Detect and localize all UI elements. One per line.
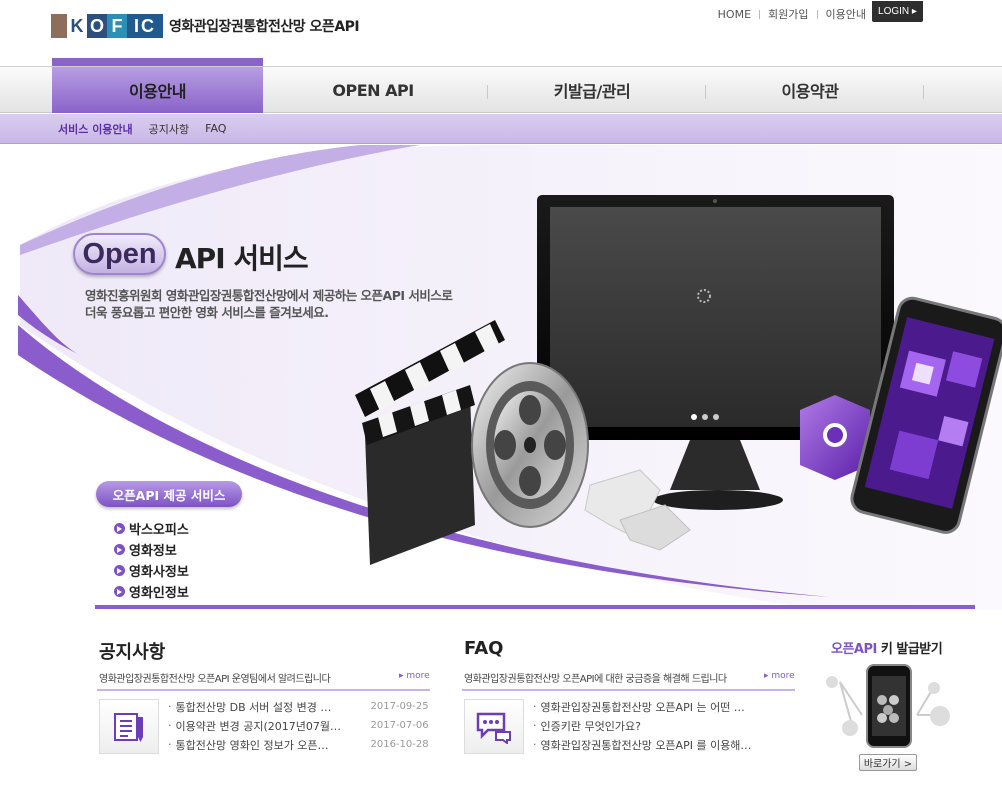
faq-list: · 영화관입장권통합전산망 오픈API 는 어떤 … · 인증키란 무엇인가요? ·… xyxy=(533,697,791,754)
tab-terms[interactable]: 이용약관 xyxy=(706,67,914,113)
site-title: 영화관입장권통합전산망 오픈API xyxy=(169,19,360,35)
phone-key-illustration xyxy=(826,664,950,748)
divider xyxy=(97,689,430,691)
list-item[interactable]: · 통합전산망 DB 서버 설정 변경 … 2017-09-25 xyxy=(168,697,429,716)
subnav-faq[interactable]: FAQ xyxy=(205,122,226,135)
service-boxoffice[interactable]: 박스오피스 xyxy=(114,518,189,539)
arrow-bullet-icon xyxy=(114,523,125,534)
hero-title: API 서비스 xyxy=(175,242,309,275)
kofic-logo[interactable]: K O F IC 영화관입장권통합전산망 오픈API xyxy=(51,14,360,38)
arrow-bullet-icon xyxy=(114,565,125,576)
service-people-info[interactable]: 영화인정보 xyxy=(114,581,189,602)
divider xyxy=(923,85,924,99)
sub-nav: 서비스 이용안내 공지사항 FAQ xyxy=(0,114,1002,144)
divider xyxy=(462,689,795,691)
services-list: 박스오피스 영화정보 영화사정보 영화인정보 xyxy=(114,518,189,602)
tab-guide[interactable]: 이용안내 xyxy=(52,67,263,113)
service-company-info[interactable]: 영화사정보 xyxy=(114,560,189,581)
key-issue-title: 오픈API 키 발급받기 xyxy=(831,642,943,657)
tab-key-issue[interactable]: 키발급/관리 xyxy=(488,67,696,113)
list-item[interactable]: · 이용약관 변경 공지(2017년07월… 2017-07-06 xyxy=(168,716,429,735)
faq-title[interactable]: FAQ xyxy=(464,638,503,659)
hero-description: 영화진흥위원회 영화관입장권통합전산망에서 제공하는 오픈API 서비스로 더욱… xyxy=(85,287,505,321)
hero-description-line: 영화진흥위원회 영화관입장권통합전산망에서 제공하는 오픈API 서비스로 xyxy=(85,288,453,303)
home-link[interactable]: HOME xyxy=(718,8,751,21)
faq-more-link[interactable]: ▸ more xyxy=(764,671,795,681)
subnav-notice[interactable]: 공지사항 xyxy=(149,121,189,137)
key-issue-button[interactable]: 바로가기 > xyxy=(859,754,917,771)
arrow-bullet-icon xyxy=(114,544,125,555)
notice-more-link[interactable]: ▸ more xyxy=(399,671,430,681)
header: K O F IC 영화관입장권통합전산망 오픈API HOME 회원가입 이용안… xyxy=(0,0,1002,66)
list-item[interactable]: · 영화관입장권통합전산망 오픈API 를 이용해… xyxy=(533,735,791,754)
divider xyxy=(759,9,761,19)
list-item[interactable]: · 영화관입장권통합전산망 오픈API 는 어떤 … xyxy=(533,697,791,716)
open-badge: Open xyxy=(73,233,166,275)
services-title: 오픈API 제공 서비스 xyxy=(96,481,242,507)
kofic-logo-mark: K O F IC xyxy=(51,14,163,38)
notice-subtitle: 영화관입장권통합전산망 오픈API 운영팀에서 알려드립니다 xyxy=(99,674,331,685)
login-button[interactable]: LOGIN ▸ xyxy=(872,1,923,22)
utility-nav: HOME 회원가입 이용안내 xyxy=(718,6,866,22)
divider xyxy=(816,9,818,19)
arrow-bullet-icon xyxy=(114,586,125,597)
speech-bubble-icon xyxy=(464,699,524,754)
service-movie-info[interactable]: 영화정보 xyxy=(114,539,189,560)
tab-open-api[interactable]: OPEN API xyxy=(268,67,478,113)
hero-description-line: 더욱 풍요롭고 편안한 영화 서비스를 즐겨보세요. xyxy=(85,305,329,320)
notice-board-icon xyxy=(99,699,159,754)
notice-title[interactable]: 공지사항 xyxy=(99,638,165,664)
subnav-service-guide[interactable]: 서비스 이용안내 xyxy=(58,121,133,137)
guide-link[interactable]: 이용안내 xyxy=(826,6,866,22)
hero-banner: Open API 서비스 영화진흥위원회 영화관입장권통합전산망에서 제공하는 … xyxy=(0,145,1002,610)
list-item[interactable]: · 통합전산망 영화인 정보가 오픈… 2016-10-28 xyxy=(168,735,429,754)
section-divider xyxy=(95,605,975,609)
notice-list: · 통합전산망 DB 서버 설정 변경 … 2017-09-25 · 이용약관 변경 … xyxy=(168,697,429,754)
faq-subtitle: 영화관입장권통합전산망 오픈API에 대한 궁금증을 해결해 드립니다 xyxy=(464,674,727,685)
active-tab-indicator xyxy=(52,58,263,66)
main-nav: 이용안내 OPEN API 키발급/관리 이용약관 xyxy=(0,66,1002,113)
list-item[interactable]: · 인증키란 무엇인가요? xyxy=(533,716,791,735)
join-link[interactable]: 회원가입 xyxy=(768,6,808,22)
